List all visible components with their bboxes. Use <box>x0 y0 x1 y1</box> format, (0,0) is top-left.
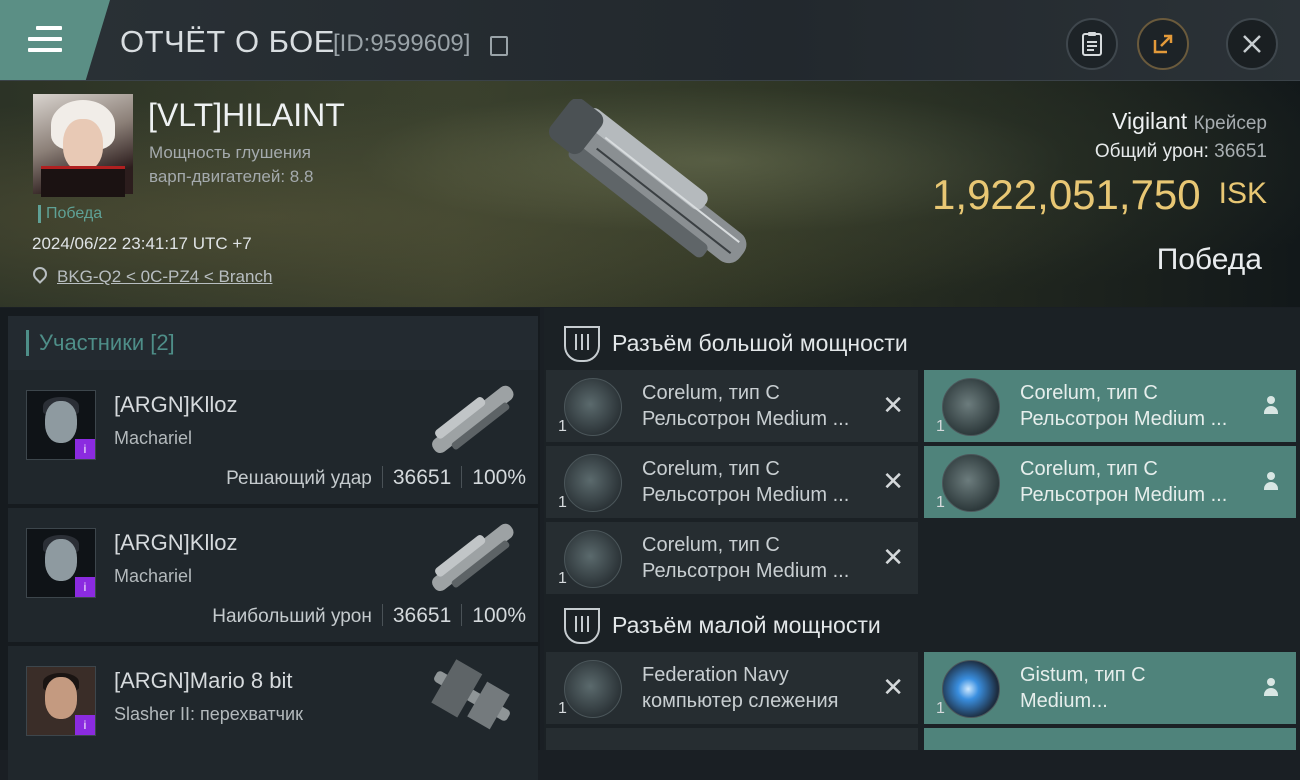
participant-stats: Решающий удар 36651 100% <box>226 466 526 489</box>
participants-panel: Участники [2] i [ARGN]Klloz Machariel Ре… <box>0 308 540 780</box>
participant-name: [ARGN]Mario 8 bit <box>114 668 293 693</box>
module-slot[interactable] <box>546 728 918 750</box>
top-bar: ОТЧЁТ О БОЕ [ID:9599609] <box>0 0 1300 81</box>
share-button[interactable] <box>1137 18 1189 70</box>
total-damage: Общий урон: 36651 <box>1094 141 1267 162</box>
kill-datetime: 2024/06/22 23:41:17 UTC +7 <box>32 234 252 253</box>
kill-summary: [VLT]HILAINT Мощность глушения варп-двиг… <box>0 81 1300 307</box>
clipboard-icon <box>1082 32 1102 56</box>
participant-avatar: i <box>26 666 96 736</box>
dropped-person-icon <box>1264 396 1278 416</box>
victim-name[interactable]: [VLT]HILAINT <box>148 97 345 134</box>
victim-stat: Мощность глушения варп-двигателей: 8.8 <box>149 143 314 186</box>
participant-ship: Slasher II: перехватчик <box>114 704 303 724</box>
railgun-module-icon <box>564 378 622 436</box>
participant-ship-image <box>432 523 514 592</box>
low-slot-icon <box>564 608 600 644</box>
destroyed-icon: ✕ <box>882 672 904 702</box>
participant-ship: Machariel <box>114 566 193 586</box>
module-slot[interactable]: 1 Corelum, тип C Рельсотрон Medium ... ✕ <box>546 370 918 442</box>
destroyed-icon: ✕ <box>882 466 904 496</box>
participant-avatar: i <box>26 390 96 460</box>
participant-ship: Machariel <box>114 428 193 448</box>
destroyed-icon: ✕ <box>882 542 904 572</box>
participant-row[interactable]: i [ARGN]Klloz Machariel Наибольший урон 3… <box>8 508 538 642</box>
dropped-person-icon <box>1264 472 1278 492</box>
shield-booster-icon <box>942 660 1000 718</box>
page-title: ОТЧЁТ О БОЕ <box>120 24 335 59</box>
tracking-computer-icon <box>564 660 622 718</box>
module-slot[interactable]: 1 Corelum, тип C Рельсотрон Medium ... <box>924 446 1296 518</box>
module-slot[interactable]: 1 Corelum, тип C Рельсотрон Medium ... ✕ <box>546 522 918 594</box>
victim-ship-image <box>549 99 747 264</box>
participant-name: [ARGN]Klloz <box>114 530 238 555</box>
location-pin-icon <box>30 264 50 284</box>
victim-ship: Vigilant Крейсер <box>1112 108 1267 134</box>
participant-row[interactable]: i [ARGN]Klloz Machariel Решающий удар 366… <box>8 370 538 504</box>
hamburger-icon <box>28 26 62 59</box>
dropped-person-icon <box>1264 678 1278 698</box>
railgun-module-icon <box>564 530 622 588</box>
victory-tag: Победа <box>38 205 102 223</box>
fitting-panel: Разъём большой мощности 1 Corelum, тип C… <box>544 308 1300 750</box>
module-slot[interactable]: 1 Federation Navy компьютер слежения ✕ <box>546 652 918 724</box>
close-icon <box>1243 35 1261 53</box>
module-slot[interactable] <box>924 728 1296 750</box>
high-slot-icon <box>564 326 600 362</box>
victim-avatar[interactable] <box>33 94 133 197</box>
participants-header[interactable]: Участники [2] <box>8 316 538 370</box>
high-slot-header: Разъём большой мощности <box>544 312 1300 372</box>
railgun-module-icon <box>942 454 1000 512</box>
clipboard-button[interactable] <box>1066 18 1118 70</box>
kill-location[interactable]: BKG-Q2 < 0C-PZ4 < Branch <box>30 264 272 287</box>
participant-ship-image <box>431 659 510 730</box>
low-slot-header: Разъём малой мощности <box>544 594 1300 654</box>
close-button[interactable] <box>1226 18 1278 70</box>
rank-badge-icon: i <box>75 439 95 459</box>
share-icon <box>1153 34 1173 54</box>
result-label: Победа <box>1156 243 1262 276</box>
copy-icon[interactable] <box>490 36 508 56</box>
module-slot[interactable]: 1 Corelum, тип C Рельсотрон Medium ... ✕ <box>546 446 918 518</box>
participant-ship-image <box>432 385 514 454</box>
participant-stats: Наибольший урон 36651 100% <box>212 604 526 627</box>
rank-badge-icon: i <box>75 577 95 597</box>
rank-badge-icon: i <box>75 715 95 735</box>
isk-value: 1,922,051,750 ISK <box>932 171 1267 218</box>
destroyed-icon: ✕ <box>882 390 904 420</box>
report-id: [ID:9599609] <box>333 30 471 57</box>
railgun-module-icon <box>564 454 622 512</box>
menu-button[interactable] <box>0 0 110 80</box>
railgun-module-icon <box>942 378 1000 436</box>
participant-row[interactable]: i [ARGN]Mario 8 bit Slasher II: перехват… <box>8 646 538 780</box>
module-slot[interactable]: 1 Gistum, тип C Medium... <box>924 652 1296 724</box>
participant-name: [ARGN]Klloz <box>114 392 238 417</box>
module-slot[interactable]: 1 Corelum, тип C Рельсотрон Medium ... <box>924 370 1296 442</box>
participant-avatar: i <box>26 528 96 598</box>
